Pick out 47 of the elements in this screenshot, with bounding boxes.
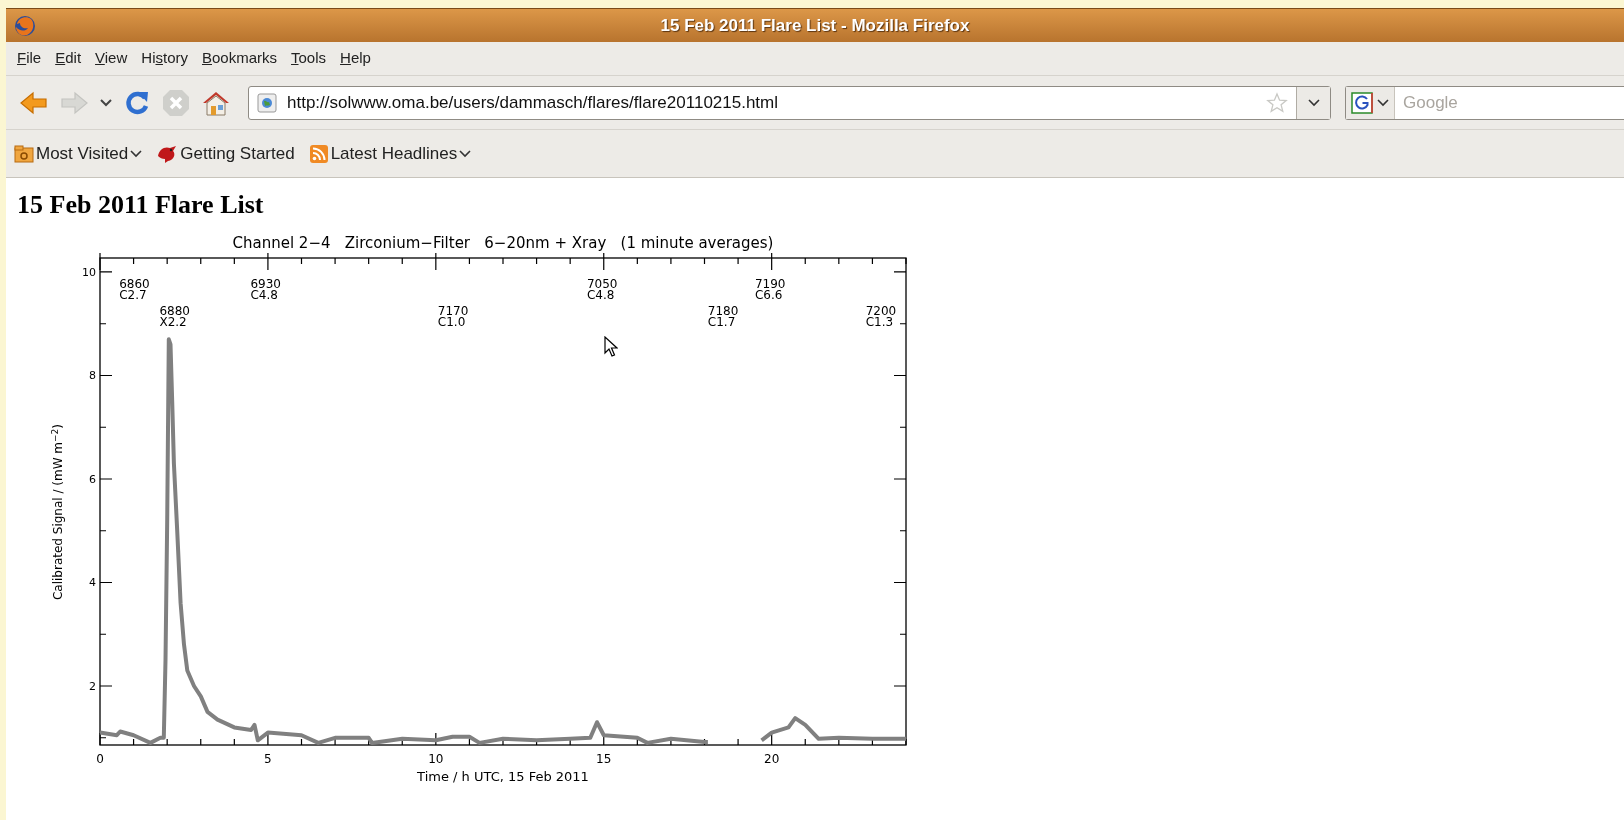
y-tick-label: 8 <box>89 369 96 383</box>
bookmark-item[interactable]: Latest Headlines <box>308 140 472 167</box>
caret-icon <box>1377 98 1389 107</box>
flare-label: 7170 C1.0 <box>437 303 469 329</box>
globe-icon <box>257 92 277 113</box>
y-tick-label: 6 <box>89 473 96 486</box>
search-engine-icon[interactable] <box>1351 91 1373 114</box>
menu-item[interactable]: View <box>88 44 135 73</box>
x-tick-label: 0 <box>96 752 104 766</box>
flare-label: 6880 X2.2 <box>159 303 190 329</box>
menu-item[interactable]: Tools <box>284 44 334 73</box>
mouse-pointer-icon <box>604 336 618 358</box>
bookmark-item[interactable]: Most Visited <box>14 140 143 167</box>
y-tick-label: 10 <box>82 265 96 279</box>
flare-label: 7050 C4.8 <box>586 276 618 302</box>
feed-icon <box>308 143 329 164</box>
flare-label: 7190 C6.6 <box>754 276 786 302</box>
y-tick-label: 4 <box>89 576 96 590</box>
address-field[interactable]: http://solwww.oma.be/users/dammasch/flares/flare20110215.html <box>248 85 1331 120</box>
back-arrow-icon[interactable] <box>19 89 49 116</box>
x-tick-label: 5 <box>264 752 272 766</box>
search-input[interactable]: Google <box>1403 89 1624 116</box>
menu-item[interactable]: File <box>10 44 49 73</box>
menu-item[interactable]: Edit <box>48 44 89 73</box>
bookmark-item[interactable]: Getting Started <box>156 140 295 167</box>
caret-icon[interactable] <box>99 97 113 108</box>
page-heading: 15 Feb 2011 Flare List <box>17 190 265 220</box>
x-tick-label: 20 <box>764 752 780 766</box>
caret-icon <box>1307 98 1320 107</box>
x-tick-label: 15 <box>596 752 612 766</box>
menu-item[interactable]: Bookmarks <box>195 44 285 73</box>
url-text: http://solwww.oma.be/users/dammasch/flares/flare20110215.html <box>287 91 780 114</box>
search-field[interactable]: Google <box>1345 85 1624 120</box>
y-tick-label: 2 <box>89 680 96 693</box>
url-dropdown-button[interactable] <box>1296 86 1330 119</box>
folder-icon <box>14 143 34 164</box>
flare-label: 6930 C4.8 <box>250 276 281 302</box>
menu-item[interactable]: History <box>134 44 195 73</box>
x-tick-label: 10 <box>428 752 444 766</box>
flare-label: 6860 C2.7 <box>119 276 150 302</box>
star-icon[interactable] <box>1266 91 1288 114</box>
chart-title: Channel 2−4 Zirconium−Filter 6−20nm + Xray (1 minute averages) <box>232 234 774 252</box>
x-axis-label: Time / h UTC, 15 Feb 2011 <box>417 769 589 784</box>
window-title: 15 Feb 2011 Flare List - Mozilla Firefox <box>660 14 970 37</box>
flare-label: 7200 C1.3 <box>865 303 897 329</box>
menu-item[interactable]: Help <box>333 44 378 73</box>
flare-label: 7180 C1.7 <box>707 303 739 329</box>
